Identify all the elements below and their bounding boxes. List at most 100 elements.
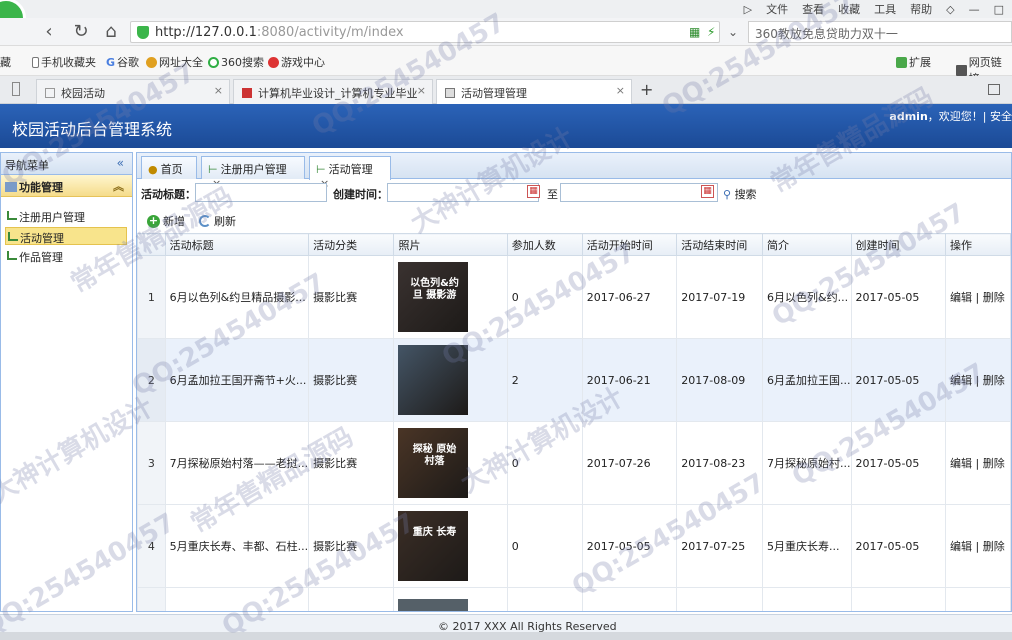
menu-item-view[interactable]: 查看 <box>802 1 824 17</box>
add-button[interactable]: + 新增 <box>147 213 185 229</box>
main-panel: ●首页 ⊢注册用户管理× ⊢活动管理× 活动标题： 创建时间： ▦ 至 ▦ ⚲ … <box>136 152 1012 612</box>
menu-item-file[interactable]: 文件 <box>766 1 788 17</box>
delete-link[interactable]: 删除 <box>983 291 1005 304</box>
calendar-icon[interactable]: ▦ <box>527 185 540 198</box>
bookmark-google[interactable]: G 谷歌 <box>106 54 139 70</box>
col-header-category[interactable]: 活动分类 <box>308 233 395 256</box>
menu-item[interactable]: ▷ <box>744 3 752 16</box>
edit-link[interactable]: 编辑 <box>950 291 972 304</box>
col-header-intro[interactable]: 简介 <box>762 233 852 256</box>
panel-tabs: ●首页 ⊢注册用户管理× ⊢活动管理× <box>137 153 1011 190</box>
tab-activities[interactable]: ⊢活动管理× <box>309 156 391 190</box>
dropdown-chevron-icon[interactable]: ⌄ <box>722 21 744 43</box>
restore-icon[interactable] <box>988 84 1000 95</box>
sidebar-item-label: 作品管理 <box>19 251 63 264</box>
skin-icon[interactable]: ◇ <box>946 3 954 16</box>
row-number <box>137 587 166 611</box>
welcome-suffix[interactable]: ，欢迎您！| 安全 <box>928 110 1012 123</box>
created-to-input[interactable] <box>560 183 718 202</box>
bookmark-game-center[interactable]: 游戏中心 <box>268 54 325 70</box>
delete-link[interactable]: 删除 <box>983 540 1005 553</box>
bookmark-site-directory[interactable]: 网址大全 <box>146 54 203 70</box>
close-icon[interactable]: × <box>616 84 625 97</box>
bookmark-mobile-favorites[interactable]: 手机收藏夹 <box>32 54 96 70</box>
tab-label: 首页 <box>160 163 183 176</box>
minimize-button[interactable]: — <box>969 3 980 16</box>
col-header-participants[interactable]: 参加人数 <box>506 233 583 256</box>
sidebar-item-users[interactable]: 注册用户管理 <box>5 207 127 225</box>
search-button[interactable]: ⚲ 搜索 <box>723 186 757 202</box>
new-tab-button[interactable]: + <box>640 80 653 99</box>
photo-caption: 重庆 长寿 <box>412 527 457 538</box>
edit-link[interactable]: 编辑 <box>950 374 972 387</box>
address-row: ‹ ↻ ⌂ http://127.0.0.1:8080/activity/m/i… <box>0 18 1012 46</box>
col-header-title[interactable]: 活动标题 <box>164 233 310 256</box>
col-header-photo[interactable]: 照片 <box>393 233 508 256</box>
cell-title: 6月以色列&约旦精品摄影... <box>164 255 310 339</box>
sidebar-item-works[interactable]: 作品管理 <box>5 247 127 265</box>
photo-caption: 以色列&约旦 摄影游 <box>410 278 459 301</box>
tab-users[interactable]: ⊢注册用户管理× <box>201 156 305 190</box>
table-row[interactable]: 3 7月探秘原始村落——老挝... 摄影比赛 探秘 原始村落 0 2017-07… <box>137 421 1011 505</box>
row-number: 4 <box>137 504 166 588</box>
cell-intro: 7月探秘原始村... <box>762 421 852 505</box>
collapse-sidebar-icon[interactable]: « <box>117 156 124 170</box>
table-row[interactable]: 4 5月重庆长寿、丰都、石柱... 摄影比赛 重庆 长寿 0 2017-05-0… <box>137 504 1011 588</box>
sidebar-item-activities[interactable]: 活动管理 <box>5 227 127 245</box>
cell-photo: 探秘 原始村落 <box>393 421 508 505</box>
tree-icon: ⊢ <box>316 163 326 176</box>
data-grid: 活动标题 活动分类 照片 参加人数 活动开始时间 活动结束时间 简介 创建时间 … <box>137 233 1011 611</box>
home-icon[interactable]: ⌂ <box>100 21 122 43</box>
edit-link[interactable]: 编辑 <box>950 457 972 470</box>
col-header-created[interactable]: 创建时间 <box>850 233 947 256</box>
browser-tab[interactable]: 计算机毕业设计_计算机专业毕业 × <box>233 79 433 104</box>
cell-start <box>581 587 678 611</box>
edit-link[interactable]: 编辑 <box>950 540 972 553</box>
col-header-start[interactable]: 活动开始时间 <box>581 233 678 256</box>
tree-icon <box>7 211 17 220</box>
reload-icon[interactable]: ↻ <box>70 21 92 43</box>
lightning-icon[interactable]: ⚡ <box>707 25 715 39</box>
menu-item-favorites[interactable]: 收藏 <box>838 1 860 17</box>
cell-title <box>164 587 310 611</box>
menu-item-help[interactable]: 帮助 <box>910 1 932 17</box>
browser-tab-active[interactable]: 活动管理管理 × <box>436 79 632 104</box>
cell-category: 摄影比赛 <box>308 338 395 422</box>
browser-tab[interactable]: 校园活动 × <box>36 79 230 104</box>
calendar-icon[interactable]: ▦ <box>701 185 714 198</box>
delete-link[interactable]: 删除 <box>983 457 1005 470</box>
sidebar-item-label: 注册用户管理 <box>19 211 85 224</box>
delete-link[interactable]: 删除 <box>983 374 1005 387</box>
created-from-input[interactable] <box>387 183 539 202</box>
cell-actions: 编辑 | 删除 <box>945 504 1011 588</box>
table-row[interactable]: 2 6月孟加拉王国开斋节+火... 摄影比赛 2 2017-06-21 2017… <box>137 338 1011 422</box>
search-engine-box[interactable]: 360教放免息贷助力双十一 <box>748 21 1012 43</box>
url-bar[interactable]: http://127.0.0.1:8080/activity/m/index ▦… <box>130 21 720 43</box>
extensions-button[interactable]: 扩展 <box>896 54 931 70</box>
refresh-button[interactable]: 刷新 <box>199 213 236 229</box>
close-icon[interactable]: × <box>214 84 223 97</box>
action-separator: | <box>972 374 983 387</box>
row-number: 2 <box>137 338 166 422</box>
search-icon: ⚲ <box>723 188 732 201</box>
tab-home[interactable]: ● 首页 <box>141 156 197 179</box>
link-icon <box>956 64 967 76</box>
chevron-up-icon[interactable]: ︽ <box>113 178 124 194</box>
table-row[interactable] <box>137 587 1011 611</box>
close-icon[interactable]: × <box>417 84 426 97</box>
bookmark-360-search[interactable]: 360搜索 <box>208 54 264 70</box>
cell-actions: 编辑 | 删除 <box>945 338 1011 422</box>
title-filter-input[interactable] <box>195 183 327 202</box>
maximize-button[interactable]: □ <box>994 3 1004 16</box>
table-row[interactable]: 1 6月以色列&约旦精品摄影... 摄影比赛 以色列&约旦 摄影游 0 2017… <box>137 255 1011 339</box>
col-header-end[interactable]: 活动结束时间 <box>676 233 763 256</box>
qr-code-icon[interactable]: ▦ <box>689 25 700 39</box>
url-text: http://127.0.0.1:8080/activity/m/index <box>155 25 404 40</box>
bookmark-item[interactable]: 藏 <box>0 54 11 70</box>
menu-item-tools[interactable]: 工具 <box>874 1 896 17</box>
sidebar-group-function[interactable]: 功能管理 ︽ <box>1 175 132 197</box>
back-arrow-icon[interactable]: ‹ <box>38 21 60 43</box>
sidebar-toggle-icon[interactable] <box>12 82 20 96</box>
google-icon: G <box>106 55 116 69</box>
browser-menu: ▷ 文件 查看 收藏 工具 帮助 ◇ — □ <box>744 0 1012 18</box>
